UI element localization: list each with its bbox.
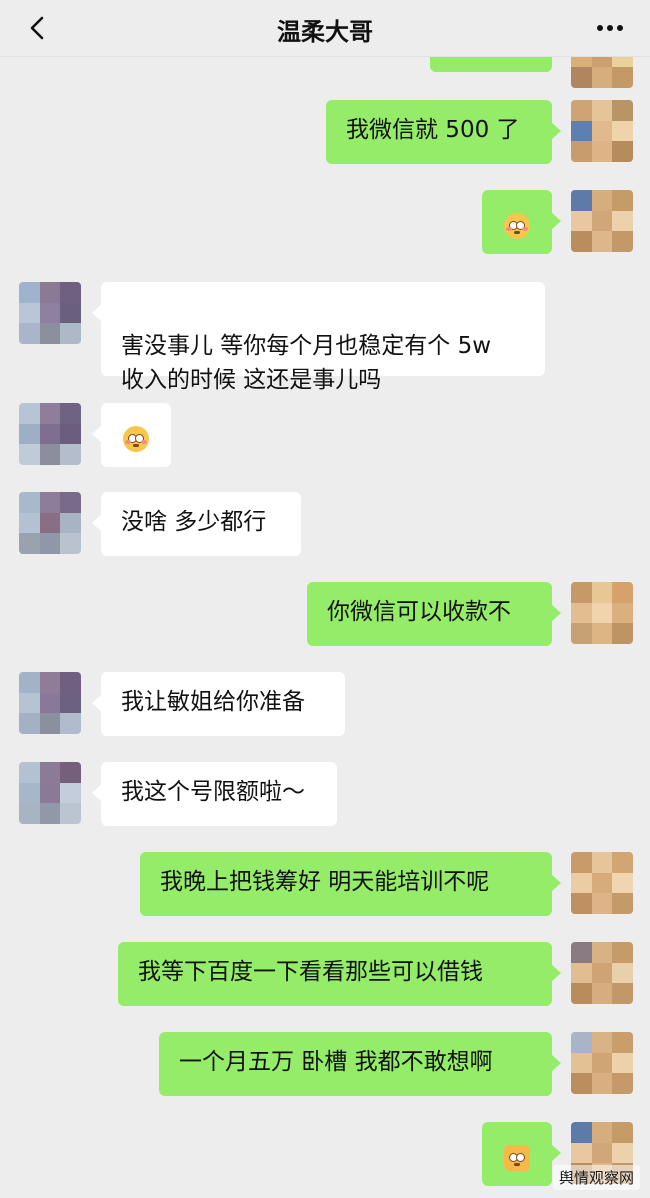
message-bubble[interactable]: 没啥 多少都行 bbox=[92, 492, 301, 556]
avatar[interactable] bbox=[571, 190, 633, 252]
watermark: 舆情观察网 bbox=[552, 1165, 640, 1190]
avatar[interactable] bbox=[571, 100, 633, 162]
avatar[interactable] bbox=[571, 582, 633, 644]
message-text: 害没事儿 等你每个月也稳定有个 5w 收入的时候 这还是事儿吗 bbox=[121, 333, 492, 393]
message-bubble[interactable]: 我晚上把钱筹好 明天能培训不呢 bbox=[140, 852, 561, 916]
gift-emoji-icon bbox=[504, 1144, 530, 1171]
message-bubble[interactable]: 你微信可以收款不 bbox=[307, 582, 561, 646]
message-text: 我等下百度一下看看那些可以借钱 bbox=[138, 959, 483, 985]
flushed-emoji-icon bbox=[504, 212, 530, 239]
message-text: 一个月五万 卧槽 我都不敢想啊 bbox=[179, 1049, 493, 1075]
message-text: 我微信就 500 了 bbox=[346, 117, 520, 143]
message-bubble[interactable]: 我这个号限额啦～ bbox=[92, 762, 337, 826]
message-bubble[interactable] bbox=[482, 190, 561, 254]
chat-title: 温柔大哥 bbox=[277, 18, 373, 46]
message-text: 没啥 多少都行 bbox=[121, 509, 267, 535]
message-text: 我这个号限额啦～ bbox=[121, 779, 305, 805]
avatar[interactable] bbox=[19, 762, 81, 824]
message-bubble[interactable] bbox=[482, 1122, 561, 1186]
message-text: 我让敏姐给你准备 bbox=[121, 689, 305, 715]
message-bubble[interactable]: 害没事儿 等你每个月也稳定有个 5w 收入的时候 这还是事儿吗 bbox=[92, 282, 545, 393]
more-options-icon[interactable] bbox=[592, 14, 628, 42]
message-bubble[interactable]: 我等下百度一下看看那些可以借钱 bbox=[118, 942, 561, 1006]
avatar[interactable] bbox=[19, 403, 81, 465]
avatar[interactable] bbox=[19, 492, 81, 554]
avatar[interactable] bbox=[571, 1032, 633, 1094]
flushed-face-emoji-icon bbox=[123, 425, 149, 452]
avatar[interactable] bbox=[571, 942, 633, 1004]
avatar[interactable] bbox=[19, 282, 81, 344]
message-text: 你微信可以收款不 bbox=[327, 599, 511, 625]
message-bubble[interactable] bbox=[92, 403, 171, 467]
avatar[interactable] bbox=[19, 672, 81, 734]
message-bubble[interactable]: 我微信就 500 了 bbox=[326, 100, 561, 164]
message-text: 我晚上把钱筹好 明天能培训不呢 bbox=[160, 869, 490, 895]
chat-header: 温柔大哥 bbox=[0, 0, 650, 57]
avatar[interactable] bbox=[571, 852, 633, 914]
message-bubble[interactable]: 一个月五万 卧槽 我都不敢想啊 bbox=[159, 1032, 561, 1096]
message-bubble[interactable]: 我让敏姐给你准备 bbox=[92, 672, 345, 736]
